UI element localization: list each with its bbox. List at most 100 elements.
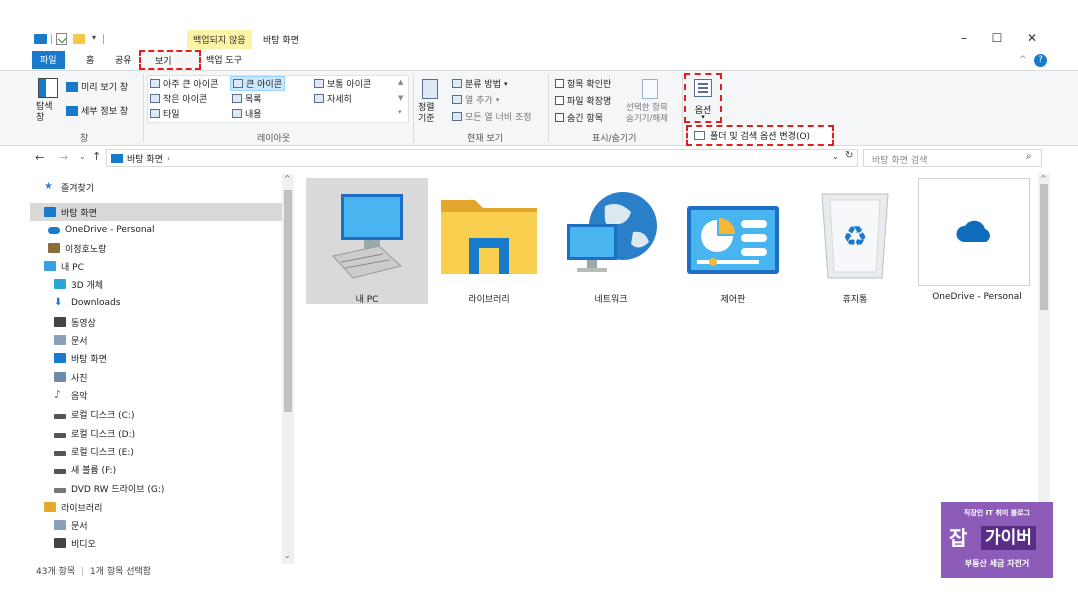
nav-item[interactable]: ⬇ Downloads	[30, 294, 284, 312]
breadcrumb-chevron-icon[interactable]: ›	[167, 154, 170, 163]
item-checkboxes-toggle[interactable]: 항목 확인란	[555, 77, 611, 90]
search-input[interactable]: 바탕 화면 검색	[863, 149, 1042, 167]
back-arrow-icon[interactable]: ←	[35, 151, 44, 164]
minimize-button[interactable]: –	[950, 28, 978, 48]
recent-locations-icon[interactable]: ⌄	[79, 152, 86, 161]
sort-by-button[interactable]: 정렬 기준	[418, 77, 442, 133]
layout-medium-icons[interactable]: 보통 아이콘	[314, 77, 371, 90]
change-folder-options-item[interactable]: 폴더 및 검색 옵션 변경(O)	[686, 125, 834, 146]
nav-item[interactable]: 비디오	[30, 534, 284, 552]
desktop-item[interactable]: 라이브러리	[428, 178, 550, 305]
layout-details[interactable]: 자세히	[314, 92, 352, 105]
quick-access-dropdown-icon[interactable]: ▾	[92, 33, 96, 42]
search-icon: ⌕	[1026, 151, 1032, 162]
refresh-icon[interactable]: ↻	[845, 150, 853, 161]
group-by-button[interactable]: 분류 방법 ▾	[452, 77, 508, 90]
item-checkboxes-checkbox[interactable]	[555, 79, 564, 88]
nav-item[interactable]: 바탕 화면	[30, 203, 284, 221]
desktop-item[interactable]: OneDrive - Personal	[916, 178, 1038, 304]
nav-item[interactable]: 라이브러리	[30, 498, 284, 516]
gallery-scroll-down-icon[interactable]: ▼	[398, 94, 403, 102]
desktop-item[interactable]: ♻ 휴지통	[794, 178, 916, 305]
options-button[interactable]: 옵션 ▾	[684, 73, 722, 123]
nav-item[interactable]: 바탕 화면	[30, 349, 284, 367]
size-all-columns-label: 모든 열 너비 조정	[465, 113, 532, 123]
svg-text:♻: ♻	[842, 220, 867, 253]
preview-pane-button[interactable]: 미리 보기 창	[66, 80, 128, 93]
close-button[interactable]: ✕	[1018, 28, 1046, 48]
hidden-items-checkbox[interactable]	[555, 113, 564, 122]
list-icon	[232, 94, 242, 103]
size-all-columns-button[interactable]: 모든 열 너비 조정	[452, 110, 532, 123]
add-columns-label: 열 추가	[465, 96, 493, 106]
tab-file[interactable]: 파일	[32, 51, 65, 69]
nav-item[interactable]: 내 PC	[30, 257, 284, 275]
gallery-scroll-up-icon[interactable]: ▲	[398, 78, 403, 86]
content-scroll-thumb[interactable]	[1040, 184, 1048, 310]
layout-small-icons[interactable]: 작은 아이콘	[150, 92, 207, 105]
desktop-item[interactable]: 네트워크	[550, 178, 672, 305]
layout-content[interactable]: 내용	[232, 107, 262, 120]
hide-selected-button[interactable]: 선택한 항목 숨기기/해제	[624, 77, 680, 133]
nav-item[interactable]: ♪ 음악	[30, 386, 284, 404]
desktop-icon	[54, 353, 66, 363]
nav-pane-button[interactable]: 탐색 창	[36, 78, 60, 138]
tab-home[interactable]: 홈	[78, 51, 102, 69]
group-by-icon	[452, 79, 462, 88]
new-folder-icon[interactable]	[73, 34, 85, 44]
nav-item[interactable]: ★ 즐겨찾기	[30, 178, 284, 196]
nav-item[interactable]: 동영상	[30, 313, 284, 331]
preview-pane-icon	[66, 81, 78, 92]
details-pane-button[interactable]: 세부 정보 창	[66, 104, 128, 117]
layout-tiles[interactable]: 타일	[150, 107, 180, 120]
nav-scroll-down-icon[interactable]: ⌄	[284, 551, 291, 560]
nav-item[interactable]: 로컬 디스크 (D:)	[30, 424, 284, 442]
chevron-down-icon: ▾	[503, 79, 508, 88]
gallery-more-icon[interactable]: ▾	[398, 108, 402, 116]
nav-item[interactable]: 새 볼륨 (F:)	[30, 460, 284, 478]
nav-scroll-up-icon[interactable]: ^	[284, 174, 291, 183]
hidden-items-toggle[interactable]: 숨긴 항목	[555, 111, 603, 124]
nav-item[interactable]: 문서	[30, 516, 284, 534]
nav-item[interactable]: 문서	[30, 331, 284, 349]
nav-item[interactable]: 로컬 디스크 (C:)	[30, 405, 284, 423]
maximize-button[interactable]: ☐	[983, 28, 1011, 48]
desktop-item-label: 네트워크	[594, 295, 628, 305]
layout-small-label: 작은 아이콘	[163, 95, 208, 105]
layout-list[interactable]: 목록	[232, 92, 262, 105]
navigation-pane: ★ 즐겨찾기바탕 화면 OneDrive - Personal 이정호노랑내 PC 3D…	[30, 176, 284, 562]
tab-backup-tools[interactable]: 백업 도구	[198, 51, 250, 69]
chevron-down-icon: ▾	[701, 113, 705, 121]
up-arrow-icon[interactable]: ↑	[92, 150, 101, 163]
add-columns-button[interactable]: 열 추가 ▾	[452, 93, 499, 106]
breadcrumb-item[interactable]: 바탕 화면	[127, 152, 163, 165]
nav-item[interactable]: 3D 개체	[30, 275, 284, 293]
nav-item[interactable]: 이정호노랑	[30, 239, 284, 257]
file-extensions-checkbox[interactable]	[555, 96, 564, 105]
desktop-item[interactable]: 내 PC	[306, 178, 428, 305]
properties-icon[interactable]	[56, 33, 67, 45]
forward-arrow-icon[interactable]: →	[59, 151, 68, 164]
address-dropdown-icon[interactable]: ⌄	[832, 152, 839, 161]
nav-scroll-thumb[interactable]	[284, 190, 292, 412]
nav-item[interactable]: OneDrive - Personal	[30, 221, 284, 239]
address-bar[interactable]: 바탕 화면 ›	[106, 149, 858, 167]
nav-item-label: 내 PC	[61, 262, 84, 273]
ribbon-collapse-icon[interactable]: ^	[1019, 55, 1027, 65]
library-icon	[44, 502, 56, 512]
layout-large-icons[interactable]: 큰 아이콘	[230, 76, 285, 91]
tab-view[interactable]: 보기	[139, 50, 201, 70]
nav-item[interactable]: DVD RW 드라이브 (G:)	[30, 479, 284, 497]
nav-item[interactable]: 사진	[30, 368, 284, 386]
content-scroll-up-icon[interactable]: ^	[1040, 174, 1047, 183]
tab-share[interactable]: 공유	[107, 51, 140, 69]
file-extensions-toggle[interactable]: 파일 확장명	[555, 94, 611, 107]
help-icon[interactable]: ?	[1034, 54, 1047, 67]
nav-pane-icon	[38, 78, 58, 98]
nav-item[interactable]: 로컬 디스크 (E:)	[30, 442, 284, 460]
nav-item-label: OneDrive - Personal	[65, 225, 155, 235]
desktop-item[interactable]: 제어판	[672, 178, 794, 305]
music-icon: ♪	[54, 388, 62, 401]
layout-extra-large-icons[interactable]: 아주 큰 아이콘	[150, 77, 218, 90]
drive-icon	[54, 468, 66, 474]
